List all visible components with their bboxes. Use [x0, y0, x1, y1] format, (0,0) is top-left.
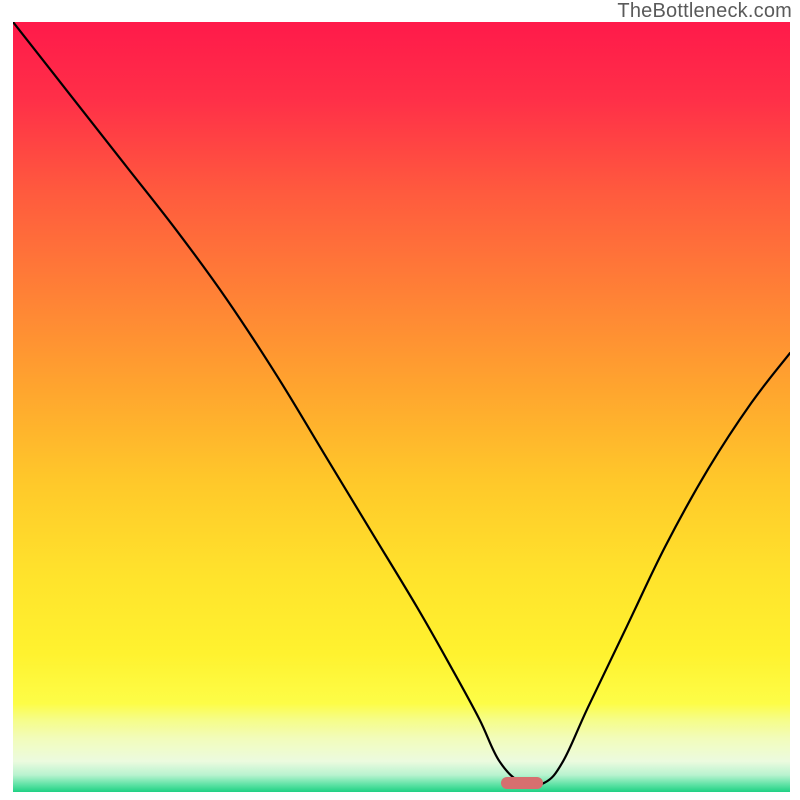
optimum-range-marker: [501, 777, 543, 789]
plot-area: [13, 22, 790, 792]
bottleneck-curve: [13, 22, 790, 792]
chart-stage: TheBottleneck.com: [0, 0, 800, 800]
watermark-text: TheBottleneck.com: [617, 0, 792, 23]
